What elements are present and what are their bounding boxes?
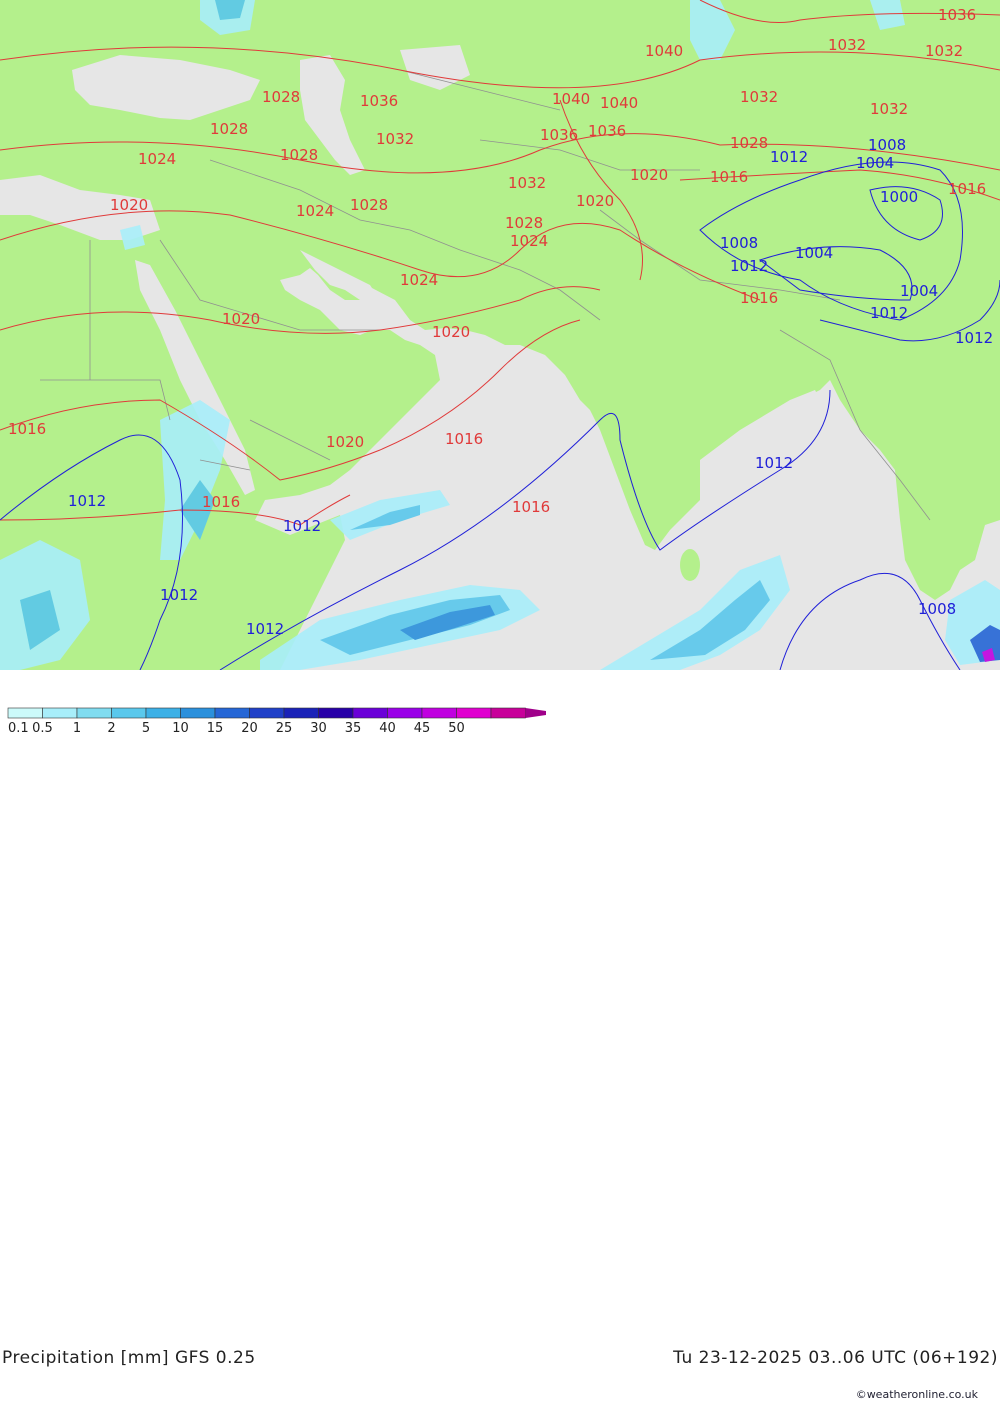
isobar-label: 1016: [740, 289, 778, 307]
legend-label: 20: [241, 721, 258, 734]
legend-label: 0.1: [8, 721, 29, 734]
legend-label: 0.5: [32, 721, 53, 734]
isobar-label: 1004: [900, 282, 938, 300]
isobar-label: 1040: [645, 42, 683, 60]
precipitation-legend: 0.1 0.5 1 2 5 10 15 20 25 30 35 40 45 50: [7, 707, 546, 734]
isobar-label: 1036: [938, 6, 976, 24]
isobar-label: 1012: [730, 257, 768, 275]
legend-swatch: [421, 707, 457, 719]
isobar-label: 1020: [110, 196, 148, 214]
isobar-label: 1040: [552, 90, 590, 108]
isobar-label: 1012: [755, 454, 793, 472]
isobar-label: 1008: [868, 136, 906, 154]
isobar-label: 1016: [948, 180, 986, 198]
legend-label: 2: [107, 721, 115, 734]
sri-lanka: [680, 549, 700, 581]
legend-swatch: [7, 707, 43, 719]
legend-swatch: [490, 707, 526, 719]
isobar-label: 1012: [68, 492, 106, 510]
legend-swatch: [283, 707, 319, 719]
isobar-label: 1032: [508, 174, 546, 192]
isobar-label: 1012: [160, 586, 198, 604]
isobar-label: 1004: [856, 154, 894, 172]
isobar-label: 1028: [505, 214, 543, 232]
isobar-label: 1028: [210, 120, 248, 138]
isobar-label: 1016: [202, 493, 240, 511]
footer: Precipitation [mm] GFS 0.25 Tu 23-12-202…: [0, 670, 1000, 1401]
isobar-label: 1012: [770, 148, 808, 166]
legend-label: 45: [414, 721, 431, 734]
isobar-label: 1008: [720, 234, 758, 252]
credit-text: ©weatheronline.co.uk: [855, 1388, 978, 1401]
isobar-label: 1004: [795, 244, 833, 262]
map-title: Precipitation [mm] GFS 0.25: [2, 1348, 256, 1368]
legend-arrow: [525, 708, 546, 718]
legend-swatch: [214, 707, 250, 719]
legend-swatch: [76, 707, 112, 719]
isobar-label: 1000: [880, 188, 918, 206]
legend-swatch: [180, 707, 216, 719]
legend-swatch: [111, 707, 147, 719]
isobar-label: 1008: [918, 600, 956, 618]
legend-label: 10: [172, 721, 189, 734]
isobar-label: 1012: [955, 329, 993, 347]
isobar-label: 1016: [710, 168, 748, 186]
legend-label: 25: [276, 721, 293, 734]
isobar-label: 1024: [138, 150, 176, 168]
isobar-label: 1012: [283, 517, 321, 535]
isobar-label: 1020: [222, 310, 260, 328]
isobar-label: 1032: [828, 36, 866, 54]
isobar-label: 1032: [870, 100, 908, 118]
valid-time: Tu 23-12-2025 03..06 UTC (06+192): [673, 1348, 998, 1368]
legend-swatch: [387, 707, 423, 719]
legend-label: 35: [345, 721, 362, 734]
isobar-label: 1016: [8, 420, 46, 438]
isobar-label: 1028: [730, 134, 768, 152]
isobar-label: 1012: [246, 620, 284, 638]
isobar-label: 1028: [280, 146, 318, 164]
isobar-label: 1032: [376, 130, 414, 148]
legend-label: 50: [448, 721, 465, 734]
legend-swatch: [145, 707, 181, 719]
isobar-label: 1016: [512, 498, 550, 516]
legend-label: 5: [142, 721, 150, 734]
legend-label: 30: [310, 721, 327, 734]
isobar-label: 1012: [870, 304, 908, 322]
legend-label: 15: [207, 721, 224, 734]
isobar-label: 1020: [432, 323, 470, 341]
isobar-label: 1040: [600, 94, 638, 112]
isobar-label: 1024: [296, 202, 334, 220]
isobar-label: 1020: [326, 433, 364, 451]
legend-swatch: [352, 707, 388, 719]
isobar-label: 1020: [630, 166, 668, 184]
isobar-label: 1032: [925, 42, 963, 60]
legend-label: 40: [379, 721, 396, 734]
isobar-label: 1028: [262, 88, 300, 106]
isobar-label: 1036: [360, 92, 398, 110]
legend-swatch: [318, 707, 354, 719]
isobar-label: 1036: [540, 126, 578, 144]
isobar-label: 1024: [510, 232, 548, 250]
isobar-label: 1036: [588, 122, 626, 140]
isobar-label: 1020: [576, 192, 614, 210]
legend-label: 1: [73, 721, 81, 734]
legend-swatch: [456, 707, 492, 719]
isobar-label: 1032: [740, 88, 778, 106]
legend-swatch: [249, 707, 285, 719]
isobar-label: 1028: [350, 196, 388, 214]
isobar-label: 1016: [445, 430, 483, 448]
legend-swatch: [42, 707, 78, 719]
isobar-label: 1024: [400, 271, 438, 289]
weather-map: 1036 1040 1032 1032 1028 1036 1040 1040 1032 1032…: [0, 0, 1000, 670]
